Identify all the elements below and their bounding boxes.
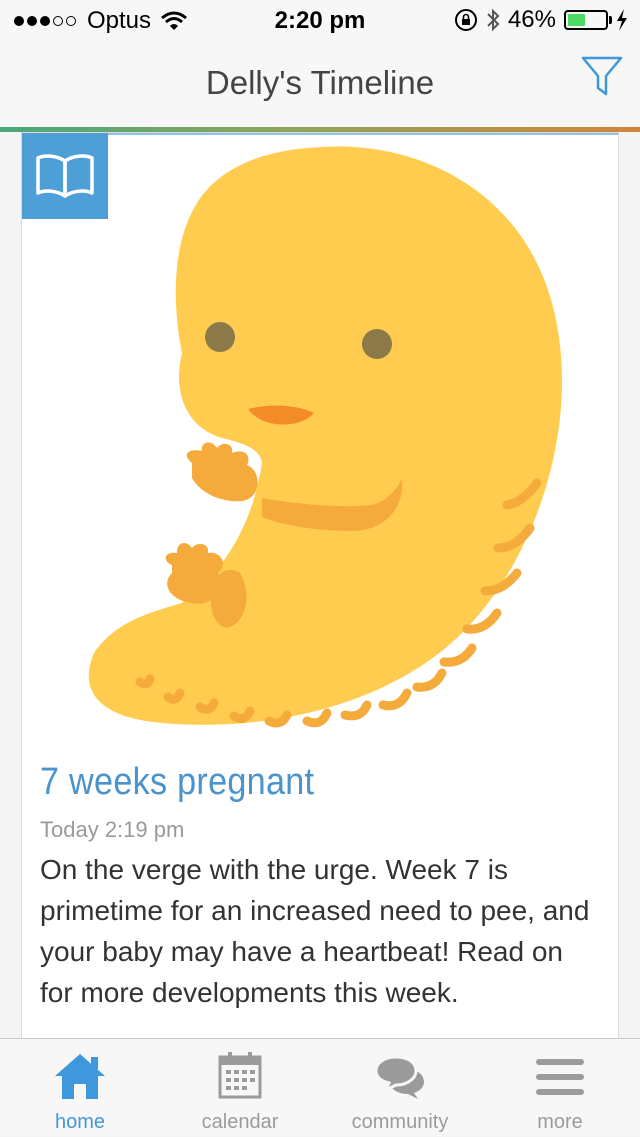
article-badge[interactable] bbox=[22, 133, 108, 219]
timeline-card[interactable]: 7 weeks pregnant Today 2:19 pm On the ve… bbox=[21, 132, 619, 1072]
battery-tip bbox=[609, 16, 612, 24]
status-bar: Optus 2:20 pm 46% bbox=[0, 0, 640, 40]
tab-home[interactable]: home bbox=[0, 1039, 160, 1137]
tab-community-label: community bbox=[351, 1111, 449, 1133]
card-timestamp: Today 2:19 pm bbox=[40, 817, 185, 842]
tab-bar: home calendar community more bbox=[0, 1038, 640, 1136]
bluetooth-icon bbox=[487, 8, 500, 32]
tab-more[interactable]: more bbox=[480, 1039, 640, 1137]
filter-button[interactable] bbox=[580, 54, 624, 100]
navigation-bar: Delly's Timeline bbox=[0, 40, 640, 128]
hamburger-menu-icon bbox=[536, 1059, 584, 1095]
embryo-illustration bbox=[88, 146, 562, 728]
battery-percent: 46% bbox=[507, 6, 556, 33]
home-icon bbox=[55, 1054, 105, 1099]
calendar-icon bbox=[218, 1052, 262, 1099]
orientation-lock-icon bbox=[454, 9, 477, 31]
status-right: 46% bbox=[446, 6, 628, 34]
tab-calendar[interactable]: calendar bbox=[160, 1039, 320, 1137]
tab-community[interactable]: community bbox=[320, 1039, 480, 1137]
page-title: Delly's Timeline bbox=[205, 64, 435, 101]
charging-bolt-icon bbox=[617, 9, 627, 31]
battery-icon bbox=[564, 10, 608, 30]
card-title[interactable]: 7 weeks pregnant bbox=[40, 761, 314, 804]
tab-home-label: home bbox=[54, 1111, 106, 1133]
chat-bubbles-icon bbox=[374, 1055, 424, 1099]
card-body-text: On the verge with the urge. Week 7 is pr… bbox=[40, 854, 590, 1008]
open-book-icon bbox=[36, 154, 94, 198]
tab-more-label: more bbox=[537, 1111, 583, 1133]
filter-funnel-icon bbox=[581, 56, 623, 96]
tab-calendar-label: calendar bbox=[201, 1111, 279, 1133]
